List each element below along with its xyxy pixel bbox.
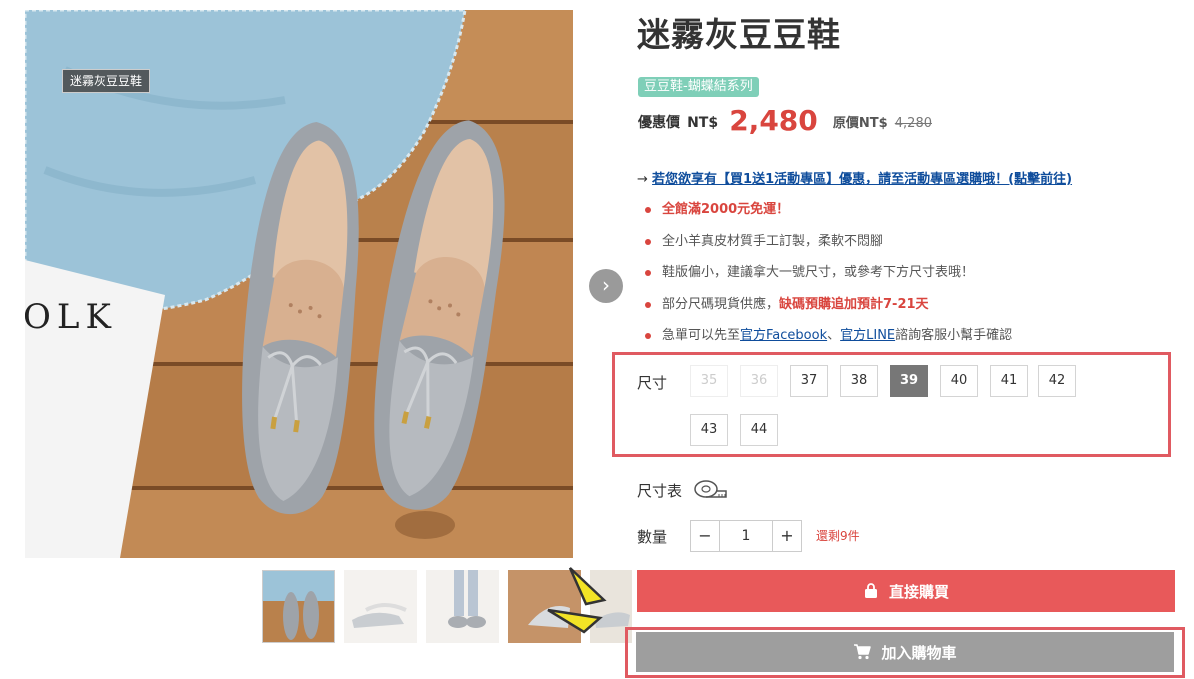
series-tag[interactable]: 豆豆鞋-蝴蝶結系列 (638, 77, 759, 97)
facebook-link[interactable]: 官方Facebook (740, 328, 827, 343)
list-item: 部分尺碼現貨供應，缺碼預購追加預計7-21天 (644, 294, 1012, 326)
list-item: 全小羊真皮材質手工訂製，柔軟不悶腳 (644, 231, 1012, 263)
contact-text: 急單可以先至 (662, 328, 741, 343)
size-chart-label[interactable]: 尺寸表 (637, 480, 682, 501)
price-row: 優惠價 NT$ 2,480 原價NT$ 4,280 (638, 104, 932, 140)
separator: 、 (827, 328, 841, 343)
original-price: 4,280 (894, 116, 932, 131)
image-caption-tag: 迷霧灰豆豆鞋 (62, 69, 151, 93)
feature-list: 全館滿2000元免運！ 全小羊真皮材質手工訂製，柔軟不悶腳 鞋版偏小，建議拿大一… (644, 199, 1012, 357)
sale-price-currency: NT$ (687, 115, 719, 131)
bullet-dot-icon (645, 301, 651, 308)
thumbnail-2[interactable] (344, 570, 417, 643)
quantity-label: 數量 (637, 528, 668, 546)
size-option[interactable]: 42 (1038, 365, 1076, 397)
buy-now-label: 直接購買 (888, 582, 949, 601)
size-option[interactable]: 43 (690, 414, 728, 446)
line-link[interactable]: 官方LINE (840, 328, 895, 343)
thumbnail-1[interactable] (262, 570, 335, 643)
quantity-plus-button[interactable]: + (772, 520, 802, 552)
sale-price-label: 優惠價 (638, 115, 680, 131)
quantity-stepper: − + (690, 520, 802, 552)
size-option[interactable]: 37 (790, 365, 828, 397)
size-option[interactable]: 41 (990, 365, 1028, 397)
list-item: 全館滿2000元免運！ (644, 199, 1012, 231)
size-option: 36 (740, 365, 778, 397)
size-label: 尺寸 (637, 374, 668, 392)
bullet-dot-icon (645, 238, 651, 245)
shopping-bag-icon (864, 583, 877, 598)
annotation-pointer-icon (547, 567, 607, 634)
size-option[interactable]: 44 (740, 414, 778, 446)
arrow-right-icon: → (637, 172, 648, 187)
sizing-tip-text: 鞋版偏小，建議拿大一號尺寸，或參考下方尺寸表哦！ (662, 265, 975, 280)
thumbnail-3[interactable] (426, 570, 499, 643)
material-text: 全小羊真皮材質手工訂製，柔軟不悶腳 (662, 233, 884, 249)
preorder-highlight: 缺碼預購追加預計7-21天 (779, 296, 929, 312)
promo-link[interactable]: 若您欲享有【買1送1活動專區】優惠，請至活動專區選購哦！(點擊前往) (652, 172, 1072, 187)
add-to-cart-button[interactable]: 加入購物車 (636, 632, 1174, 672)
size-option-selected[interactable]: 39 (890, 365, 928, 397)
stock-note-text: 部分尺碼現貨供應， (662, 296, 780, 312)
bullet-dot-icon (645, 270, 651, 276)
bullet-dot-icon (645, 207, 651, 213)
image-next-arrow-icon[interactable]: › (589, 269, 623, 303)
sale-price: 2,480 (729, 104, 818, 137)
magazine-text: OLK (25, 297, 117, 337)
product-title: 迷霧灰豆豆鞋 (637, 15, 841, 54)
quantity-minus-button[interactable]: − (690, 520, 720, 552)
contact-text-end: 諮詢客服小幫手確認 (895, 328, 1013, 343)
list-item: 鞋版偏小，建議拿大一號尺寸，或參考下方尺寸表哦！ (644, 262, 1012, 294)
free-shipping-text: 全館滿2000元免運！ (662, 202, 790, 217)
stock-remaining: 還剩9件 (816, 529, 860, 543)
size-option[interactable]: 38 (840, 365, 878, 397)
promo-notice: → 若您欲享有【買1送1活動專區】優惠，請至活動專區選購哦！(點擊前往) (637, 168, 1072, 187)
bullet-dot-icon (645, 333, 651, 339)
cart-icon (854, 644, 872, 660)
buy-now-button[interactable]: 直接購買 (637, 570, 1175, 612)
size-option: 35 (690, 365, 728, 397)
size-option[interactable]: 40 (940, 365, 978, 397)
original-price-label: 原價NT$ (832, 116, 888, 131)
add-to-cart-label: 加入購物車 (881, 643, 957, 662)
quantity-input[interactable] (720, 520, 772, 552)
product-main-image: OLK 迷霧灰豆豆鞋 (25, 10, 573, 558)
tape-measure-icon[interactable] (692, 477, 728, 501)
